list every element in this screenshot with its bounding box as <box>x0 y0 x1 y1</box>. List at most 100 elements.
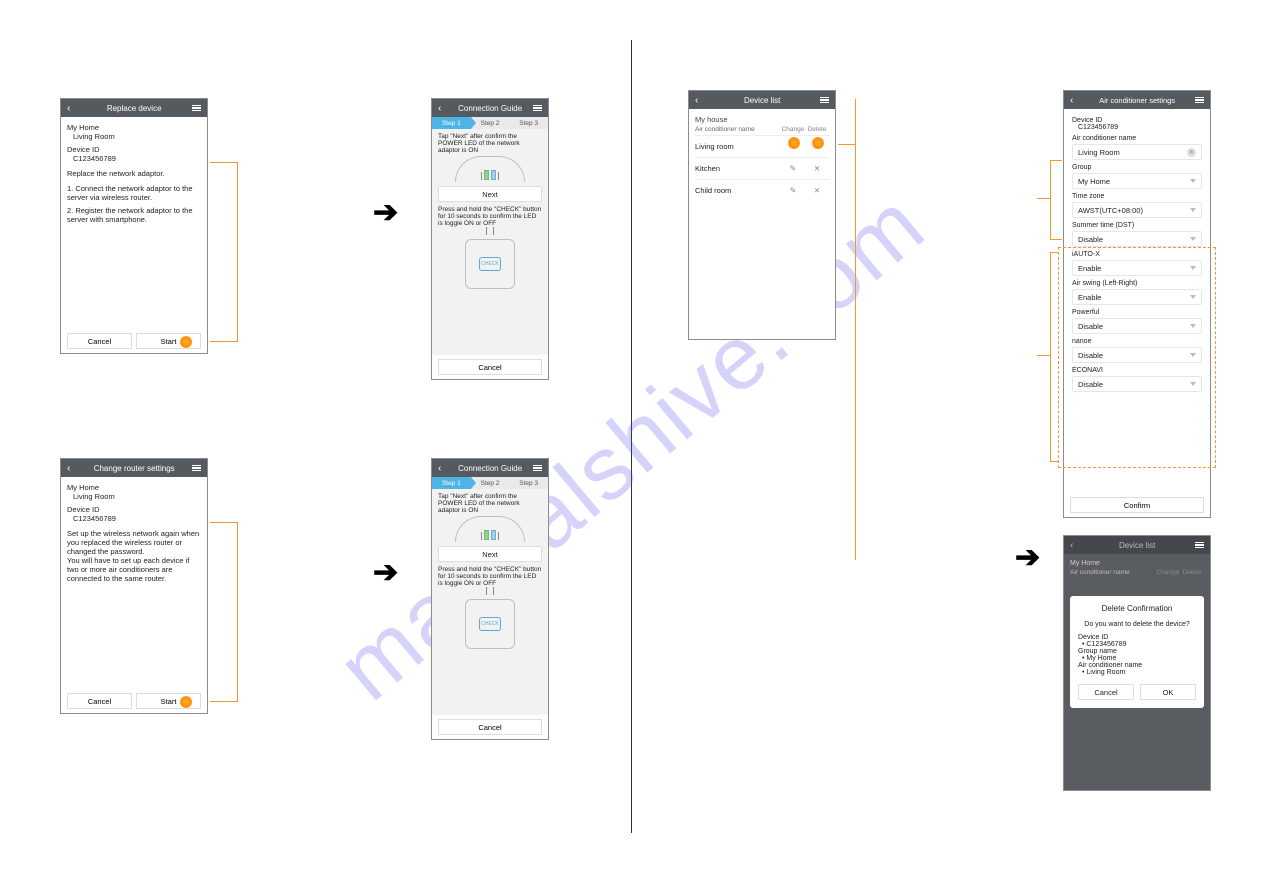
airswing-label: Air swing (Left-Right) <box>1072 280 1202 287</box>
step-1-tab[interactable]: Step 1 <box>432 117 471 129</box>
titlebar: ‹ Air conditioner settings <box>1064 91 1210 109</box>
ac-name-input[interactable]: Living Room <box>1072 144 1202 160</box>
hamburger-icon[interactable] <box>820 97 829 104</box>
step-3-tab[interactable]: Step 3 <box>509 117 548 129</box>
check-button-illustration: CHECK <box>479 617 501 631</box>
acname-lbl: Air conditioner name <box>1078 662 1196 669</box>
hamburger-icon[interactable] <box>192 105 201 112</box>
bracket-top <box>1050 160 1062 240</box>
screen-connection-guide-1: ‹ Connection Guide Step 1 Step 2 Step 3 … <box>431 98 549 380</box>
highlight-start-1 <box>180 336 192 348</box>
confirm-button[interactable]: Confirm <box>1070 497 1204 513</box>
device-id-label: Device ID <box>67 145 201 154</box>
room: Living Room <box>73 492 201 501</box>
back-icon[interactable]: ‹ <box>67 103 70 114</box>
back-icon[interactable]: ‹ <box>438 103 441 114</box>
dialog-cancel-button[interactable]: Cancel <box>1078 684 1134 700</box>
group-lbl: Group name <box>1078 648 1196 655</box>
nanoe-select[interactable]: Disable <box>1072 347 1202 363</box>
cancel-button[interactable]: Cancel <box>67 693 132 709</box>
timezone-label: Time zone <box>1072 193 1202 200</box>
callout-line-1 <box>210 162 238 342</box>
arrow-icon: ➔ <box>373 195 398 230</box>
bracket-top-tail <box>1037 198 1050 199</box>
screen-device-list: ‹ Device list My house Air conditioner n… <box>688 90 836 340</box>
col-name: Air conditioner name <box>695 126 781 133</box>
cancel-button[interactable]: Cancel <box>438 359 542 375</box>
back-icon[interactable]: ‹ <box>438 463 441 474</box>
body: My Home Living Room Device ID C123456789… <box>61 477 207 689</box>
screen-change-router: ‹ Change router settings My Home Living … <box>60 458 208 714</box>
hamburger-icon[interactable] <box>533 465 542 472</box>
next-button[interactable]: Next <box>438 546 542 562</box>
dialog-question: Do you want to delete the device? <box>1078 621 1196 628</box>
delete-icon[interactable]: ✕ <box>805 186 829 195</box>
body: My Home Living Room Device ID C123456789… <box>61 117 207 329</box>
button-row: Confirm <box>1064 493 1210 517</box>
button-row: Cancel <box>432 715 548 739</box>
dimmed-body: My Home Air conditioner name Change Dele… <box>1064 554 1210 584</box>
titlebar: ‹ Change router settings <box>61 459 207 477</box>
adapter-illustration: CHECK <box>465 239 515 289</box>
device-id: C123456789 <box>73 514 201 523</box>
body: Device ID C123456789 Air conditioner nam… <box>1064 109 1210 493</box>
econavi-select[interactable]: Disable <box>1072 376 1202 392</box>
highlight-delete <box>812 137 824 149</box>
devid-lbl: Device ID <box>1078 634 1196 641</box>
step2: 2. Register the network adaptor to the s… <box>67 206 201 224</box>
arrow-icon: ➔ <box>1015 540 1040 575</box>
confirm-dialog: Delete Confirmation Do you want to delet… <box>1070 596 1204 708</box>
press-hold-text: Press and hold the "CHECK" button for 10… <box>438 206 542 227</box>
back-icon[interactable]: ‹ <box>695 95 698 106</box>
hamburger-icon[interactable] <box>533 105 542 112</box>
iautox-select[interactable]: Enable <box>1072 260 1202 276</box>
step-tabs: Step 1 Step 2 Step 3 <box>432 477 548 489</box>
callout-line-2 <box>210 522 238 702</box>
hamburger-icon[interactable] <box>192 465 201 472</box>
intro: Replace the network adaptor. <box>67 169 201 178</box>
edit-icon[interactable]: ✎ <box>781 164 805 173</box>
wall-cap-illustration <box>455 516 525 542</box>
group-select[interactable]: My Home <box>1072 173 1202 189</box>
room: Living Room <box>73 132 201 141</box>
step-2-tab[interactable]: Step 2 <box>471 477 510 489</box>
back-icon[interactable]: ‹ <box>1070 95 1073 106</box>
group: • My Home <box>1082 655 1196 662</box>
dialog-ok-button[interactable]: OK <box>1140 684 1196 700</box>
timezone-select[interactable]: AWST(UTC+08:00) <box>1072 202 1202 218</box>
step-2-tab[interactable]: Step 2 <box>471 117 510 129</box>
callout-vert <box>838 145 856 560</box>
title: Device list <box>704 96 820 105</box>
list-row-living: Living room ✎ ✕ <box>695 135 829 157</box>
dialog-details: Device ID • C123456789 Group name • My H… <box>1078 634 1196 676</box>
hamburger-icon[interactable] <box>1195 97 1204 104</box>
powerful-select[interactable]: Disable <box>1072 318 1202 334</box>
edit-icon[interactable]: ✎ <box>781 186 805 195</box>
step-1-tab[interactable]: Step 1 <box>432 477 471 489</box>
col-change: Change <box>781 126 805 133</box>
group-label: Group <box>1072 164 1202 171</box>
page-divider <box>631 40 632 833</box>
list-row-kitchen: Kitchen ✎ ✕ <box>695 157 829 179</box>
screen-delete-dialog: ‹ Device list My Home Air conditioner na… <box>1063 535 1211 791</box>
dimmed-header: Air conditioner name Change Delete <box>1070 567 1204 578</box>
next-button[interactable]: Next <box>438 186 542 202</box>
tap-next-text: Tap "Next" after confirm the POWER LED o… <box>438 133 542 154</box>
delete-icon[interactable]: ✕ <box>805 164 829 173</box>
back-icon[interactable]: ‹ <box>67 463 70 474</box>
step-3-tab[interactable]: Step 3 <box>509 477 548 489</box>
dst-select[interactable]: Disable <box>1072 231 1202 247</box>
device-id-label: Device ID <box>67 505 201 514</box>
screen-connection-guide-2: ‹ Connection Guide Step 1 Step 2 Step 3 … <box>431 458 549 740</box>
titlebar: ‹ Replace device <box>61 99 207 117</box>
airswing-select[interactable]: Enable <box>1072 289 1202 305</box>
highlight-edit <box>788 137 800 149</box>
title: Air conditioner settings <box>1079 96 1195 105</box>
cancel-button[interactable]: Cancel <box>438 719 542 735</box>
device-id-label: Device ID <box>1072 117 1202 124</box>
highlight-start-2 <box>180 696 192 708</box>
list-header: Air conditioner name Change Delete <box>695 124 829 135</box>
cancel-button[interactable]: Cancel <box>67 333 132 349</box>
ac-name-label: Air conditioner name <box>1072 135 1202 142</box>
title: Change router settings <box>76 464 192 473</box>
